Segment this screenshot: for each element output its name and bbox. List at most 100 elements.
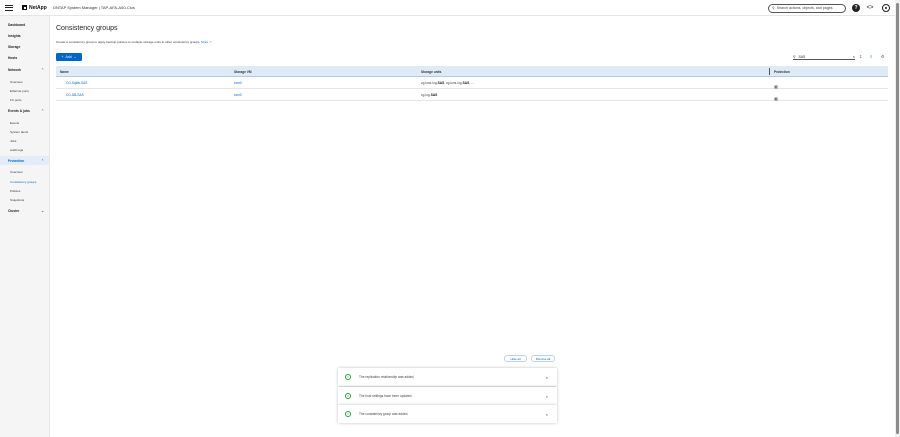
add-button[interactable]: + Add ⌄ xyxy=(56,53,82,61)
table-search-value: SAS xyxy=(798,54,806,59)
sidebar-item-ethernet-ports[interactable]: Ethernet ports xyxy=(0,87,49,94)
cg-name-link[interactable]: CG-DB-SAS xyxy=(66,93,84,97)
sidebar-item-label: Overview xyxy=(10,169,23,174)
svm-link[interactable]: svm0 xyxy=(234,81,242,85)
external-link-icon: ↗ xyxy=(208,40,212,44)
storage-unit-highlight: SAS xyxy=(430,93,438,97)
storage-unit-text: , ... xyxy=(469,81,474,85)
sidebar-item-label: Events xyxy=(10,120,20,125)
sidebar-item-label: Cluster xyxy=(8,209,20,213)
chevron-up-icon: ⌃ xyxy=(41,68,44,72)
close-icon[interactable]: × xyxy=(546,375,548,380)
table-row: CG-DB-SAS svm0 cg-log-SAS ▣ ◯ xyxy=(56,89,888,101)
sidebar-item-label: Storage xyxy=(8,45,21,49)
scrollbar-thumb[interactable] xyxy=(896,3,899,434)
chevron-up-icon: ⌃ xyxy=(41,158,44,163)
download-icon[interactable]: ↧ xyxy=(859,54,862,59)
page-description: Create a consistency group to apply back… xyxy=(56,40,212,44)
check-circle-icon: ✓ xyxy=(345,393,351,399)
toast-notification: ✓ The host settings have been updated. × xyxy=(338,387,557,405)
chevron-up-icon: ⌃ xyxy=(41,109,44,113)
check-circle-icon: ✓ xyxy=(345,374,351,380)
table-search-input[interactable]: ⚲ SAS × xyxy=(793,54,855,60)
page-scrollbar[interactable] xyxy=(895,0,900,437)
netapp-logo-mark xyxy=(22,5,27,10)
code-icon[interactable]: <> xyxy=(866,4,874,12)
hide-all-button[interactable]: Hide all xyxy=(504,355,527,362)
sidebar-item-label: FC ports xyxy=(10,97,22,102)
sidebar-item-label: System alerts xyxy=(10,129,29,134)
netapp-logo: NetApp xyxy=(22,5,47,11)
sidebar-item-fc-ports[interactable]: FC ports xyxy=(0,96,49,103)
storage-unit-text: cg-log- xyxy=(421,93,431,97)
plus-icon: + xyxy=(61,55,64,59)
column-header-storage-vm[interactable]: Storage VM xyxy=(234,70,252,74)
sidebar-item-events[interactable]: Events xyxy=(0,119,49,126)
sidebar-item-label: Insights xyxy=(8,34,21,38)
column-header-protection[interactable]: Protection xyxy=(774,70,790,74)
storage-unit-text: , cg-luns-log- xyxy=(444,81,463,85)
sidebar-item-label: Audit logs xyxy=(10,147,24,152)
page-title: Consistency groups xyxy=(56,25,118,32)
storage-unit-text: cg-luns-log- xyxy=(421,81,438,85)
sidebar-item-label: Consistency groups xyxy=(10,179,37,184)
sidebar-item-jobs[interactable]: Jobs xyxy=(0,137,49,144)
app-title: ONTAP System Manager | TAP-AFA-A50-Clus xyxy=(52,5,135,10)
filter-icon[interactable]: ≡ xyxy=(870,54,872,59)
sidebar-item-system-alerts[interactable]: System alerts xyxy=(0,128,49,135)
sidebar-item-audit-logs[interactable]: Audit logs xyxy=(0,146,49,153)
sidebar-item-policies[interactable]: Policies xyxy=(0,187,49,194)
sidebar-item-hosts[interactable]: Hosts xyxy=(0,54,49,62)
table-row: CG-Sqldb-SAS svm0 cg-luns-log-SAS, cg-lu… xyxy=(56,77,888,89)
toast-notification: ✓ The consistency group was added. × xyxy=(338,405,557,423)
toast-message: The consistency group was added. xyxy=(359,412,409,416)
cg-name-link[interactable]: CG-Sqldb-SAS xyxy=(66,81,87,85)
clear-icon[interactable]: × xyxy=(853,54,855,59)
svm-link[interactable]: svm0 xyxy=(234,93,242,97)
sidebar-item-network[interactable]: Network ⌃ xyxy=(0,66,49,74)
top-bar: NetApp ONTAP System Manager | TAP-AFA-A5… xyxy=(0,0,900,16)
settings-icon[interactable]: ⚙ xyxy=(881,54,885,59)
column-divider[interactable] xyxy=(769,68,770,75)
brand-name: NetApp xyxy=(29,4,47,11)
sidebar-item-insights[interactable]: Insights xyxy=(0,32,49,40)
storage-units-cell: cg-log-SAS xyxy=(421,93,437,97)
sidebar-item-label: Network xyxy=(8,68,22,72)
sidebar-item-snapshots[interactable]: Snapshots xyxy=(0,196,49,203)
column-header-name[interactable]: Name xyxy=(60,70,69,74)
description-text: Create a consistency group to apply back… xyxy=(56,40,201,44)
global-search-placeholder: Search actions, objects, and pages xyxy=(776,6,833,10)
close-icon[interactable]: × xyxy=(546,412,548,417)
sidebar-item-events-jobs[interactable]: Events & jobs ⌃ xyxy=(0,107,49,115)
sidebar-item-label: Hosts xyxy=(8,56,18,60)
sidebar-item-label: Dashboard xyxy=(8,23,26,27)
help-icon[interactable]: ? xyxy=(852,4,860,12)
search-icon: ⚲ xyxy=(793,54,796,59)
sidebar-item-protection-overview[interactable]: Overview xyxy=(0,168,49,175)
sidebar-item-label: Ethernet ports xyxy=(10,88,29,93)
sidebar-item-protection[interactable]: Protection ⌃ xyxy=(0,156,49,165)
sidebar-item-dashboard[interactable]: Dashboard xyxy=(0,21,49,29)
sidebar-item-label: Events & jobs xyxy=(8,109,30,113)
close-icon[interactable]: × xyxy=(546,394,548,399)
toast-notification: ✓ The replication relationship was added… xyxy=(338,368,557,386)
search-icon: ⚲ xyxy=(772,6,775,10)
sidebar: Dashboard Insights Storage Hosts Network… xyxy=(0,16,50,437)
sidebar-item-network-overview[interactable]: Overview xyxy=(0,78,49,85)
chevron-down-icon: ⌄ xyxy=(41,209,44,213)
sidebar-item-label: Snapshots xyxy=(10,197,25,202)
check-circle-icon: ✓ xyxy=(345,411,351,417)
sidebar-item-storage[interactable]: Storage xyxy=(0,43,49,51)
replication-icon: ◯ xyxy=(774,96,779,101)
global-search-input[interactable]: ⚲ Search actions, objects, and pages xyxy=(768,3,846,13)
add-button-label: Add xyxy=(65,55,72,59)
menu-icon[interactable] xyxy=(5,4,13,11)
sidebar-item-cluster[interactable]: Cluster ⌄ xyxy=(0,207,49,215)
column-header-storage-units[interactable]: Storage units xyxy=(421,70,441,74)
dismiss-all-button[interactable]: Dismiss all xyxy=(531,355,555,362)
storage-units-cell: cg-luns-log-SAS, cg-luns-log-SAS, ... xyxy=(421,81,474,85)
user-icon[interactable] xyxy=(882,4,890,12)
table-header: Name Storage VM Storage units Protection xyxy=(56,66,888,77)
sidebar-item-consistency-groups[interactable]: Consistency groups xyxy=(0,178,49,185)
chevron-down-icon: ⌄ xyxy=(73,55,77,59)
